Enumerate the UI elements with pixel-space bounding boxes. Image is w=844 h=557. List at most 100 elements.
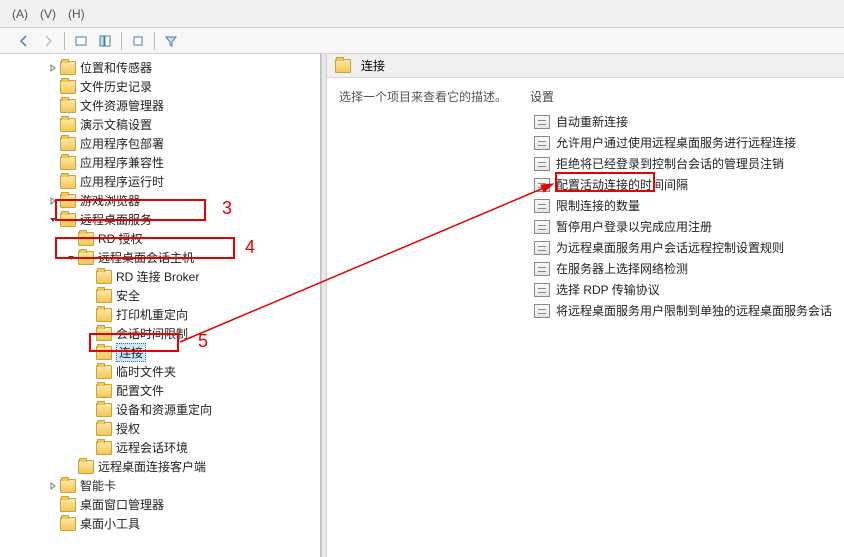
tree-item[interactable]: RD 连接 Broker — [0, 267, 320, 286]
tree-item-label: 打印机重定向 — [116, 306, 188, 323]
folder-icon — [78, 232, 94, 246]
menu-item[interactable]: (V) — [40, 7, 56, 21]
tool-icon[interactable] — [71, 31, 91, 51]
chevron-right-icon[interactable] — [46, 482, 60, 490]
policy-icon — [534, 241, 550, 255]
back-icon[interactable] — [14, 31, 34, 51]
policy-label: 自动重新连接 — [556, 113, 628, 130]
tree-item-label: 授权 — [116, 420, 140, 437]
folder-icon — [60, 118, 76, 132]
panel-title: 连接 — [361, 57, 385, 74]
policy-label: 为远程桌面服务用户会话远程控制设置规则 — [556, 239, 784, 256]
tree-item[interactable]: 远程桌面服务 — [0, 210, 320, 229]
tree-item-label: RD 授权 — [98, 230, 143, 247]
tree-item[interactable]: 桌面小工具 — [0, 514, 320, 533]
tree-item[interactable]: 应用程序包部署 — [0, 134, 320, 153]
main-area: 位置和传感器文件历史记录文件资源管理器演示文稿设置应用程序包部署应用程序兼容性应… — [0, 54, 844, 557]
tree-item-label: 应用程序包部署 — [80, 135, 164, 152]
policy-icon — [534, 262, 550, 276]
tree-item-label: RD 连接 Broker — [116, 268, 199, 285]
toolbar-icons-row — [0, 28, 844, 54]
tree-item[interactable]: 文件历史记录 — [0, 77, 320, 96]
tree-panel: 位置和传感器文件历史记录文件资源管理器演示文稿设置应用程序包部署应用程序兼容性应… — [0, 54, 321, 557]
folder-icon — [60, 175, 76, 189]
policy-label: 配置活动连接的时间间隔 — [556, 176, 688, 193]
menu-item[interactable]: (A) — [12, 7, 28, 21]
tree-item[interactable]: 远程会话环境 — [0, 438, 320, 457]
tree-item[interactable]: 游戏浏览器 — [0, 191, 320, 210]
policy-icon — [534, 136, 550, 150]
tree-item-label: 配置文件 — [116, 382, 164, 399]
tree-item[interactable]: 演示文稿设置 — [0, 115, 320, 134]
policy-item[interactable]: 限制连接的数量 — [534, 195, 832, 216]
policy-item[interactable]: 拒绝将已经登录到控制台会话的管理员注销 — [534, 153, 832, 174]
tree-item[interactable]: 应用程序兼容性 — [0, 153, 320, 172]
policy-tree[interactable]: 位置和传感器文件历史记录文件资源管理器演示文稿设置应用程序包部署应用程序兼容性应… — [0, 58, 320, 533]
tree-item[interactable]: 远程桌面会话主机 — [0, 248, 320, 267]
tool-icon[interactable] — [95, 31, 115, 51]
tree-item[interactable]: 位置和传感器 — [0, 58, 320, 77]
chevron-down-icon[interactable] — [46, 216, 60, 224]
policy-icon — [534, 304, 550, 318]
tree-item[interactable]: 连接 — [0, 343, 320, 362]
folder-icon — [60, 156, 76, 170]
tree-item-label: 远程桌面会话主机 — [98, 249, 194, 266]
tree-item-label: 文件历史记录 — [80, 78, 152, 95]
policy-label: 允许用户通过使用远程桌面服务进行远程连接 — [556, 134, 796, 151]
folder-icon — [96, 270, 112, 284]
policy-item[interactable]: 选择 RDP 传输协议 — [534, 279, 832, 300]
tree-item-label: 桌面小工具 — [80, 515, 140, 532]
tree-item-label: 远程会话环境 — [116, 439, 188, 456]
folder-icon — [96, 403, 112, 417]
folder-icon — [60, 517, 76, 531]
folder-icon — [96, 422, 112, 436]
folder-icon — [60, 99, 76, 113]
description-text: 选择一个项目来查看它的描述。 — [339, 88, 534, 105]
tree-item-label: 连接 — [116, 343, 146, 362]
tree-item[interactable]: 安全 — [0, 286, 320, 305]
policy-item[interactable]: 为远程桌面服务用户会话远程控制设置规则 — [534, 237, 832, 258]
tree-item[interactable]: 设备和资源重定向 — [0, 400, 320, 419]
folder-icon — [96, 346, 112, 360]
details-panel: 连接 选择一个项目来查看它的描述。 设置 自动重新连接允许用户通过使用远程桌面服… — [327, 54, 844, 557]
tree-item[interactable]: 授权 — [0, 419, 320, 438]
tree-item[interactable]: 配置文件 — [0, 381, 320, 400]
tree-item[interactable]: 打印机重定向 — [0, 305, 320, 324]
tree-item-label: 游戏浏览器 — [80, 192, 140, 209]
tree-item[interactable]: 桌面窗口管理器 — [0, 495, 320, 514]
tree-item[interactable]: 智能卡 — [0, 476, 320, 495]
tree-item[interactable]: 应用程序运行时 — [0, 172, 320, 191]
tree-item[interactable]: 文件资源管理器 — [0, 96, 320, 115]
policy-item[interactable]: 在服务器上选择网络检测 — [534, 258, 832, 279]
menu-item[interactable]: (H) — [68, 7, 85, 21]
policy-item[interactable]: 暂停用户登录以完成应用注册 — [534, 216, 832, 237]
tool-icon[interactable] — [128, 31, 148, 51]
panel-header: 连接 — [327, 54, 844, 78]
policy-item[interactable]: 允许用户通过使用远程桌面服务进行远程连接 — [534, 132, 832, 153]
forward-icon[interactable] — [38, 31, 58, 51]
policy-item[interactable]: 自动重新连接 — [534, 111, 832, 132]
policy-item[interactable]: 配置活动连接的时间间隔 — [534, 174, 832, 195]
chevron-right-icon[interactable] — [46, 197, 60, 205]
tree-item[interactable]: 会话时间限制 — [0, 324, 320, 343]
folder-icon — [60, 498, 76, 512]
policy-label: 限制连接的数量 — [556, 197, 640, 214]
policy-icon — [534, 178, 550, 192]
folder-icon — [96, 289, 112, 303]
folder-icon — [96, 441, 112, 455]
filter-icon[interactable] — [161, 31, 181, 51]
chevron-down-icon[interactable] — [64, 254, 78, 262]
chevron-right-icon[interactable] — [46, 64, 60, 72]
tree-item[interactable]: 临时文件夹 — [0, 362, 320, 381]
tree-item-label: 应用程序兼容性 — [80, 154, 164, 171]
tree-item-label: 安全 — [116, 287, 140, 304]
tree-item[interactable]: 远程桌面连接客户端 — [0, 457, 320, 476]
tree-item-label: 临时文件夹 — [116, 363, 176, 380]
tree-item[interactable]: RD 授权 — [0, 229, 320, 248]
folder-icon — [60, 137, 76, 151]
folder-icon — [78, 460, 94, 474]
tree-item-label: 智能卡 — [80, 477, 116, 494]
policy-item[interactable]: 将远程桌面服务用户限制到单独的远程桌面服务会话 — [534, 300, 832, 321]
tree-item-label: 应用程序运行时 — [80, 173, 164, 190]
policy-icon — [534, 115, 550, 129]
